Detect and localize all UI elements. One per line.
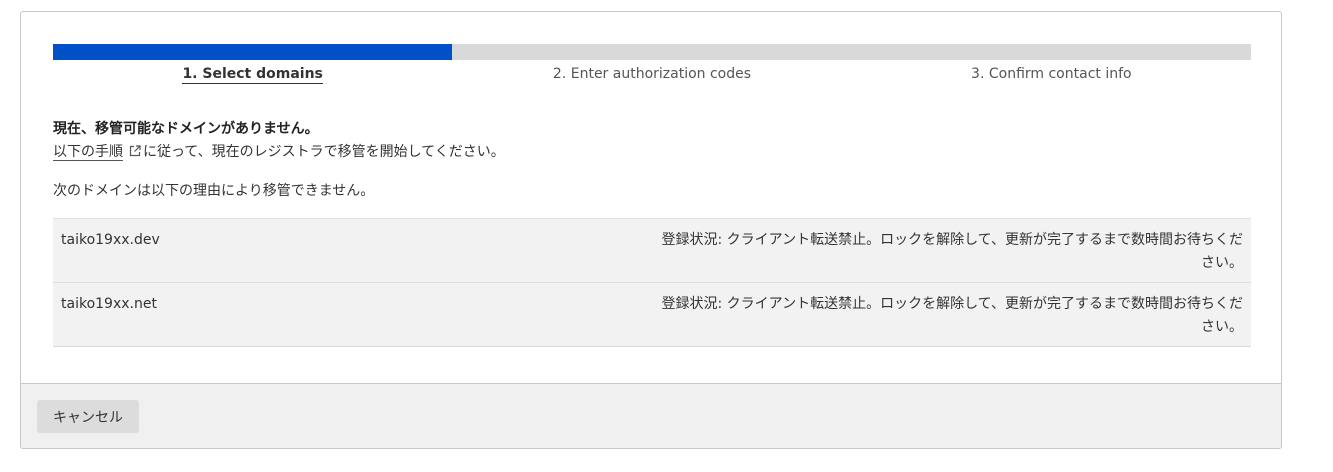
domain-status: 登録状況: クライアント転送禁止。ロックを解除して、更新が完了するまで数時間お待… bbox=[661, 296, 1244, 335]
transfer-dialog: 1. Select domains 2. Enter authorization… bbox=[20, 11, 1282, 449]
step-label: 3. Confirm contact info bbox=[971, 66, 1132, 82]
notice-body-text: に従って、現在のレジストラで移管を開始してください。 bbox=[143, 144, 505, 160]
notice-title: 現在、移管可能なドメインがありません。 bbox=[53, 121, 319, 137]
instructions-link-label: 以下の手順 bbox=[53, 144, 123, 160]
step-enter-authorization-codes: 2. Enter authorization codes bbox=[452, 64, 851, 84]
ineligible-heading: 次のドメインは以下の理由により移管できません。 bbox=[53, 183, 375, 199]
domain-status: 登録状況: クライアント転送禁止。ロックを解除して、更新が完了するまで数時間お待… bbox=[661, 232, 1244, 271]
ineligible-domain-list: taiko19xx.dev 登録状況: クライアント転送禁止。ロックを解除して、… bbox=[53, 218, 1251, 347]
notice-body: 以下の手順 に従って、現在のレジストラで移管を開始してください。 bbox=[53, 140, 1251, 164]
step-select-domains: 1. Select domains bbox=[53, 64, 452, 84]
progress-track bbox=[53, 44, 1251, 60]
dialog-footer: キャンセル bbox=[21, 383, 1281, 448]
cancel-button[interactable]: キャンセル bbox=[37, 400, 139, 433]
step-label: 2. Enter authorization codes bbox=[552, 66, 752, 82]
domain-row: taiko19xx.net 登録状況: クライアント転送禁止。ロックを解除して、… bbox=[53, 283, 1251, 347]
domain-name: taiko19xx.net bbox=[61, 296, 157, 312]
instructions-link[interactable]: 以下の手順 bbox=[53, 144, 123, 161]
domain-name: taiko19xx.dev bbox=[61, 232, 160, 248]
domain-row: taiko19xx.dev 登録状況: クライアント転送禁止。ロックを解除して、… bbox=[53, 219, 1251, 283]
step-labels: 1. Select domains 2. Enter authorization… bbox=[53, 64, 1251, 84]
step-confirm-contact-info: 3. Confirm contact info bbox=[852, 64, 1251, 84]
external-link-icon[interactable] bbox=[129, 145, 141, 157]
transfer-stepper: 1. Select domains 2. Enter authorization… bbox=[53, 44, 1251, 84]
step-label: 1. Select domains bbox=[182, 66, 323, 84]
progress-fill bbox=[53, 44, 452, 60]
dialog-content: 現在、移管可能なドメインがありません。 以下の手順 に従って、現在のレジストラで… bbox=[53, 118, 1251, 347]
